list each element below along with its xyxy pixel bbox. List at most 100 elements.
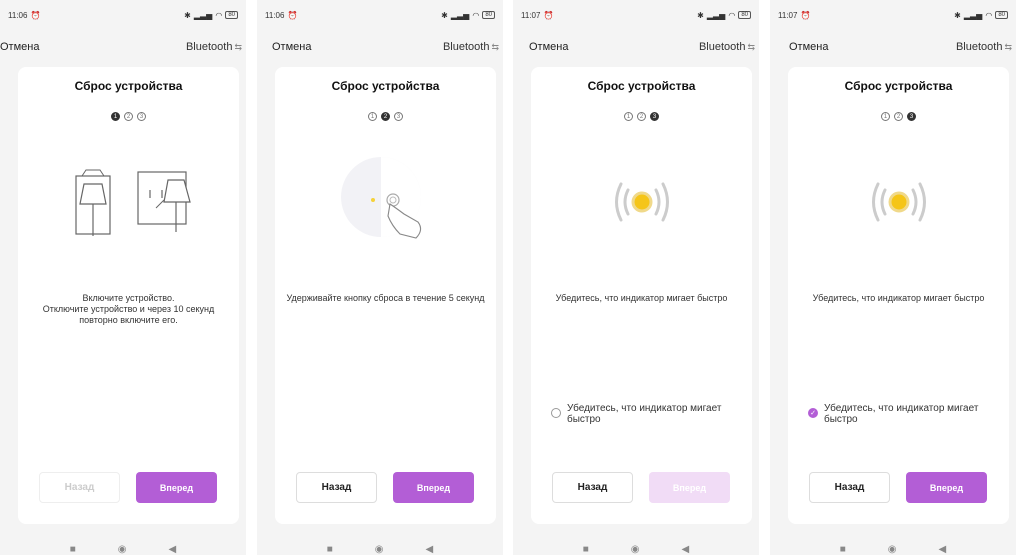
next-button[interactable]: Вперед <box>136 472 217 503</box>
clock: 11:07 <box>778 10 798 20</box>
cancel-button[interactable]: Отмена <box>0 41 39 53</box>
reset-card: Сброс устройства 1 2 3 Убедитесь, что ин… <box>788 67 1009 524</box>
confirm-checkbox[interactable]: Убедитесь, что индикатор мигает быстро <box>808 403 1001 425</box>
home-icon[interactable]: ◉ <box>631 545 640 555</box>
home-icon[interactable]: ◉ <box>118 545 127 555</box>
card-title: Сброс устройства <box>587 79 696 93</box>
back-button[interactable]: Назад <box>809 472 890 503</box>
system-navbar: ■ ◉ ◀ <box>513 541 759 555</box>
reset-screen-1: 11:06 ⏰ ✱ ▂▃▅ ◠ 80 Отмена Bluetooth ⇆ Сброс у… <box>0 0 246 555</box>
step-indicator: 1 2 3 <box>275 112 496 121</box>
back-button[interactable]: Назад <box>39 472 120 503</box>
next-button[interactable]: Вперед <box>906 472 987 503</box>
bluetooth-label: Bluetooth <box>185 41 233 53</box>
bluetooth-status-icon: ✱ <box>954 10 961 20</box>
wifi-icon: ◠ <box>728 10 736 20</box>
card-title: Сброс устройства <box>844 79 953 93</box>
system-navbar: ■ ◉ ◀ <box>257 541 503 555</box>
alarm-icon: ⏰ <box>800 10 811 20</box>
cancel-button[interactable]: Отмена <box>513 41 568 53</box>
top-bar: Отмена Bluetooth ⇆ <box>257 38 503 56</box>
back-button[interactable]: Назад <box>552 472 633 503</box>
clock: 11:06 <box>265 10 285 20</box>
bluetooth-toggle[interactable]: Bluetooth ⇆ <box>443 41 499 53</box>
screenshot-strip: 11:06 ⏰ ✱ ▂▃▅ ◠ 80 Отмена Bluetooth ⇆ Сброс у… <box>0 0 1016 555</box>
step-1: 1 <box>624 112 633 121</box>
step-2: 2 <box>894 112 903 121</box>
battery-icon: 80 <box>995 11 1008 19</box>
signal-icon: ▂▃▅ <box>706 10 726 20</box>
switch-icon: ⇆ <box>491 41 499 52</box>
top-bar: Отмена Bluetooth ⇆ <box>513 38 759 56</box>
step-3: 3 <box>394 112 403 121</box>
alarm-icon: ⏰ <box>543 10 554 20</box>
wifi-icon: ◠ <box>985 10 993 20</box>
recents-icon[interactable]: ■ <box>583 545 589 555</box>
back-nav-icon[interactable]: ◀ <box>939 545 947 555</box>
reset-screen-4: 11:07 ⏰ ✱ ▂▃▅ ◠ 80 Отмена Bluetooth ⇆ Сброс у… <box>770 0 1016 555</box>
status-bar: 11:07 ⏰ ✱ ▂▃▅ ◠ 80 <box>513 0 759 30</box>
home-icon[interactable]: ◉ <box>888 545 897 555</box>
step-indicator: 1 2 3 <box>18 112 239 121</box>
card-title: Сброс устройства <box>74 79 183 93</box>
confirm-label: Убедитесь, что индикатор мигает быстро <box>567 403 722 425</box>
step-2: 2 <box>124 112 133 121</box>
step-indicator: 1 2 3 <box>788 112 1009 121</box>
checkmark-icon[interactable] <box>808 408 818 418</box>
reset-card: Сброс устройства 1 2 3 Включите устройст… <box>18 67 239 524</box>
signal-icon: ▂▃▅ <box>193 10 213 20</box>
card-title: Сброс устройства <box>331 79 440 93</box>
step-1: 1 <box>368 112 377 121</box>
cancel-button[interactable]: Отмена <box>770 41 828 53</box>
instruction-text: Включите устройство. Отключите устройств… <box>42 293 215 325</box>
clock: 11:06 <box>8 10 28 20</box>
recents-icon[interactable]: ■ <box>840 545 846 555</box>
status-bar: 11:07 ⏰ ✱ ▂▃▅ ◠ 80 <box>770 0 1016 30</box>
plug-socket-icon <box>18 147 239 257</box>
cancel-button[interactable]: Отмена <box>257 41 311 53</box>
back-nav-icon[interactable]: ◀ <box>682 545 690 555</box>
alarm-icon: ⏰ <box>30 10 41 20</box>
battery-icon: 80 <box>482 11 495 19</box>
next-button[interactable]: Вперед <box>393 472 474 503</box>
back-nav-icon[interactable]: ◀ <box>426 545 434 555</box>
reset-card: Сброс устройства 1 2 3 Убедитесь, что ин… <box>531 67 752 524</box>
status-bar: 11:06 ⏰ ✱ ▂▃▅ ◠ 80 <box>0 0 246 30</box>
back-nav-icon[interactable]: ◀ <box>169 545 177 555</box>
step-1: 1 <box>111 112 120 121</box>
reset-button-press-icon <box>275 147 496 257</box>
step-3: 3 <box>907 112 916 121</box>
system-navbar: ■ ◉ ◀ <box>770 541 1016 555</box>
bluetooth-toggle[interactable]: Bluetooth ⇆ <box>699 41 755 53</box>
confirm-checkbox[interactable]: Убедитесь, что индикатор мигает быстро <box>551 403 744 425</box>
reset-screen-2: 11:06 ⏰ ✱ ▂▃▅ ◠ 80 Отмена Bluetooth ⇆ Сброс у… <box>257 0 503 555</box>
confirm-label: Убедитесь, что индикатор мигает быстро <box>824 403 979 425</box>
recents-icon[interactable]: ■ <box>327 545 333 555</box>
switch-icon: ⇆ <box>1004 41 1012 52</box>
top-bar: Отмена Bluetooth ⇆ <box>770 38 1016 56</box>
reset-card: Сброс устройства 1 2 3 Удерживайте кнопк… <box>275 67 496 524</box>
reset-screen-3: 11:07 ⏰ ✱ ▂▃▅ ◠ 80 Отмена Bluetooth ⇆ Сброс у… <box>513 0 759 555</box>
battery-icon: 80 <box>738 11 751 19</box>
bluetooth-label: Bluetooth <box>698 41 746 53</box>
back-button[interactable]: Назад <box>296 472 377 503</box>
step-3: 3 <box>137 112 146 121</box>
battery-icon: 80 <box>225 11 238 19</box>
radio-icon[interactable] <box>551 408 561 418</box>
instruction-text: Убедитесь, что индикатор мигает быстро <box>555 293 728 303</box>
bluetooth-status-icon: ✱ <box>441 10 448 20</box>
blinking-led-icon <box>531 147 752 257</box>
wifi-icon: ◠ <box>472 10 480 20</box>
switch-icon: ⇆ <box>747 41 755 52</box>
status-bar: 11:06 ⏰ ✱ ▂▃▅ ◠ 80 <box>257 0 503 30</box>
alarm-icon: ⏰ <box>287 10 298 20</box>
instruction-text: Удерживайте кнопку сброса в течение 5 се… <box>286 293 485 303</box>
top-bar: Отмена Bluetooth ⇆ <box>0 38 246 56</box>
bluetooth-toggle[interactable]: Bluetooth ⇆ <box>956 41 1012 53</box>
next-button[interactable]: Вперед <box>649 472 730 503</box>
step-indicator: 1 2 3 <box>531 112 752 121</box>
home-icon[interactable]: ◉ <box>375 545 384 555</box>
bluetooth-toggle[interactable]: Bluetooth ⇆ <box>186 41 242 53</box>
recents-icon[interactable]: ■ <box>70 545 76 555</box>
wifi-icon: ◠ <box>215 10 223 20</box>
